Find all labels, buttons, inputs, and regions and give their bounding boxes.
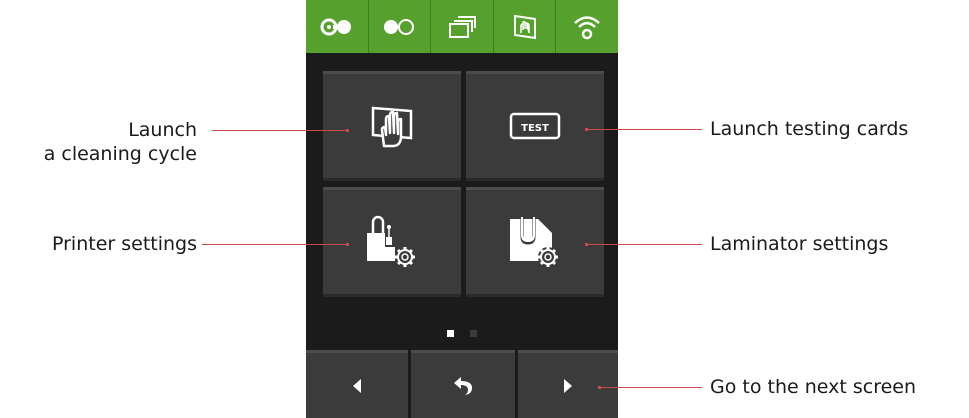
printer-settings-icon <box>367 215 415 267</box>
previous-button[interactable] <box>306 350 408 418</box>
cleaning-cycle-button[interactable] <box>323 71 461 181</box>
wifi-icon <box>574 15 601 39</box>
previous-icon <box>353 378 361 393</box>
laminator-settings-callout: Laminator settings <box>710 233 889 255</box>
next-icon <box>564 378 572 393</box>
status-bar <box>306 0 618 53</box>
printer-settings-leader-dot <box>346 243 349 246</box>
cleaning-icon <box>371 106 413 148</box>
laminator-settings-button[interactable] <box>466 187 604 297</box>
status-ribbon[interactable] <box>306 0 369 53</box>
test-card-label: TEST <box>521 123 549 134</box>
navigation-bar <box>306 350 618 418</box>
cleaning-cycle-callout: Launch a cleaning cycle <box>44 118 197 166</box>
ribbon-icon <box>320 18 351 35</box>
back-icon <box>454 376 472 395</box>
back-button[interactable] <box>411 350 515 418</box>
page-indicator <box>306 330 618 338</box>
test-card-icon: TEST <box>509 112 561 140</box>
status-cards[interactable] <box>431 0 494 53</box>
printer-settings-button[interactable] <box>323 187 461 297</box>
laminator-settings-leader-line <box>588 244 702 245</box>
cleaning-callout-line2: a cleaning cycle <box>43 143 197 165</box>
printer-touchscreen: TEST <box>306 0 618 418</box>
printer-settings-callout: Printer settings <box>51 233 197 255</box>
page-dot[interactable] <box>470 330 477 337</box>
status-wifi[interactable] <box>556 0 618 53</box>
testing-cards-leader-line <box>588 129 702 130</box>
film-icon <box>384 18 415 35</box>
status-cleaning[interactable] <box>494 0 557 53</box>
cleaning-leader-dot <box>346 129 349 132</box>
testing-cards-callout: Launch testing cards <box>710 118 909 140</box>
next-button[interactable] <box>518 350 618 418</box>
cleaning-callout-line1: Launch <box>128 119 197 141</box>
cleaning-card-icon <box>513 14 536 39</box>
next-screen-leader-line <box>601 387 702 388</box>
page-dot-active[interactable] <box>447 330 454 337</box>
printer-settings-leader-line <box>202 244 346 245</box>
laminator-settings-icon <box>510 217 558 267</box>
cleaning-leader-line <box>212 130 346 131</box>
card-stack-icon <box>448 15 476 38</box>
status-film[interactable] <box>369 0 432 53</box>
next-screen-callout: Go to the next screen <box>710 376 917 398</box>
test-card-button[interactable]: TEST <box>466 71 604 181</box>
